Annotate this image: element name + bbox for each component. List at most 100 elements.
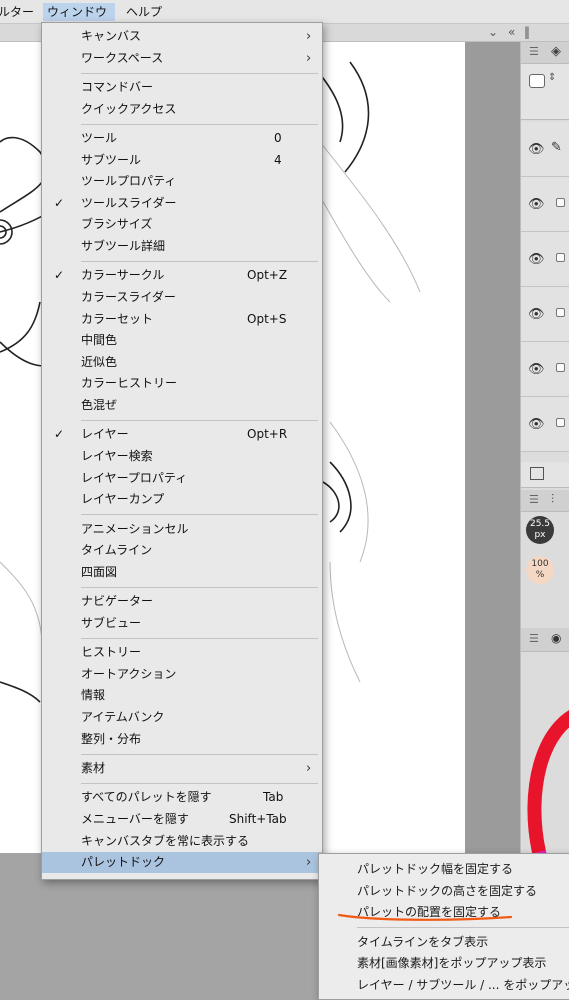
layers-icon[interactable]: ◈ xyxy=(551,44,561,59)
menu-item[interactable]: 中間色 xyxy=(42,330,322,351)
color-circle-tab-icon[interactable]: ◉ xyxy=(551,631,561,645)
menu-item[interactable]: オートアクション xyxy=(42,664,322,685)
stepper-icon[interactable]: ⇕ xyxy=(548,72,556,83)
menu-item-shortcut: 0 xyxy=(274,131,282,145)
brush-size-badge[interactable]: 25.5 px xyxy=(526,516,554,544)
layer-row[interactable]: 👁 xyxy=(521,177,569,232)
menu-item[interactable]: カラーヒストリー xyxy=(42,373,322,394)
eye-icon[interactable]: 👁 xyxy=(528,417,545,432)
blend-mode-icon[interactable] xyxy=(529,74,545,88)
menu-item[interactable]: サブビュー xyxy=(42,613,322,634)
menu-item[interactable]: クイックアクセス xyxy=(42,99,322,120)
eye-icon[interactable]: 👁 xyxy=(528,252,545,267)
menu-item[interactable]: 素材 › xyxy=(42,758,322,779)
tool-slider-tabs: ☰ ⫶ xyxy=(521,490,569,512)
layer-row[interactable]: 👁 xyxy=(521,342,569,397)
menu-item[interactable]: 近似色 xyxy=(42,352,322,373)
menu-item[interactable]: ワークスペース › xyxy=(42,48,322,69)
menu-item-label: クイックアクセス xyxy=(81,101,177,116)
layer-row[interactable]: 👁 xyxy=(521,397,569,452)
menu-separator xyxy=(81,783,318,784)
menu-item[interactable]: レイヤーカンプ xyxy=(42,489,322,510)
eye-icon[interactable]: 👁 xyxy=(528,307,545,322)
menu-item[interactable]: コマンドバー xyxy=(42,77,322,98)
chevron-down-icon[interactable]: ⌄ xyxy=(488,25,498,39)
menu-item[interactable]: 四面図 xyxy=(42,562,322,583)
menu-item[interactable]: アニメーションセル xyxy=(42,519,322,540)
eye-icon[interactable]: 👁 xyxy=(528,362,545,377)
chevron-right-icon: › xyxy=(306,761,312,776)
menu-item[interactable]: ツールプロパティ xyxy=(42,171,322,192)
layer-row[interactable]: 👁 ✎ xyxy=(521,122,569,177)
menu-item[interactable]: パレットドック › xyxy=(42,852,322,874)
menu-item[interactable]: タイムライン xyxy=(42,540,322,561)
menu-bar: ルター ウィンドウ ヘルプ xyxy=(0,0,569,24)
menu-item[interactable]: カラーセット Opt+S xyxy=(42,309,322,330)
pencil-icon: ✎ xyxy=(551,140,562,155)
menu-item[interactable]: サブツール 4 xyxy=(42,150,322,171)
panel-divider-icon: ‖ xyxy=(524,25,530,39)
menu-item-label: 近似色 xyxy=(81,354,118,369)
layer-row[interactable]: 👁 xyxy=(521,287,569,342)
checkmark-icon: ✓ xyxy=(54,268,65,283)
layer-checkbox[interactable] xyxy=(556,418,565,427)
menu-item[interactable]: ブラシサイズ xyxy=(42,214,322,235)
menu-item[interactable]: アイテムバンク xyxy=(42,707,322,728)
palette-menu-icon[interactable]: ☰ xyxy=(529,632,539,645)
palette-menu-icon[interactable]: ☰ xyxy=(529,493,539,506)
opacity-badge[interactable]: 100 % xyxy=(526,556,554,584)
menu-window[interactable]: ウィンドウ xyxy=(43,3,115,21)
menu-item-label: レイヤーカンプ xyxy=(81,492,165,507)
eye-icon[interactable]: 👁 xyxy=(528,197,545,212)
menu-item-label: ヒストリー xyxy=(81,645,142,660)
submenu-item-label: パレットドック幅を固定する xyxy=(357,862,514,876)
menu-item-label: 素材 xyxy=(81,761,106,775)
layer-checkbox[interactable] xyxy=(556,253,565,262)
menu-item[interactable]: メニューバーを隠す Shift+Tab xyxy=(42,809,322,830)
layer-palette-tabs: ☰ ◈ xyxy=(521,42,569,64)
layer-checkbox[interactable] xyxy=(556,198,565,207)
palette-menu-icon[interactable]: ☰ xyxy=(529,45,539,58)
menu-separator xyxy=(81,261,318,262)
submenu-item-label: 素材[画像素材]をポップアップ表示 xyxy=(357,956,547,971)
menu-item[interactable]: レイヤー検索 xyxy=(42,446,322,467)
submenu-item[interactable]: 素材[画像素材]をポップアップ表示 xyxy=(319,953,569,974)
menu-item[interactable]: ツール 0 xyxy=(42,128,322,149)
submenu-item-label: パレットドックの高さを固定する xyxy=(357,883,538,898)
menu-item[interactable]: カラースライダー xyxy=(42,287,322,308)
submenu-item[interactable]: タイムラインをタブ表示 xyxy=(319,932,569,953)
menu-filter[interactable]: ルター xyxy=(0,3,38,21)
menu-item[interactable]: ✓ レイヤー Opt+R xyxy=(42,424,322,445)
sliders-icon[interactable]: ⫶ xyxy=(551,492,554,507)
submenu-item[interactable]: レイヤー / サブツール / ... をポップアップ xyxy=(319,975,569,996)
submenu-item[interactable]: パレットの配置を固定する xyxy=(319,902,569,923)
layer-row[interactable]: 👁 xyxy=(521,232,569,287)
menu-item-label: すべてのパレットを隠す xyxy=(81,790,212,805)
menu-item[interactable]: サブツール詳細 xyxy=(42,236,322,257)
submenu-item[interactable]: パレットドック幅を固定する xyxy=(319,859,569,880)
layer-checkbox[interactable] xyxy=(556,363,565,372)
menu-item[interactable]: キャンバス › xyxy=(42,26,322,47)
layer-checkbox[interactable] xyxy=(556,308,565,317)
menu-item-label: パレットドック xyxy=(81,855,166,870)
menu-item[interactable]: すべてのパレットを隠す Tab xyxy=(42,787,322,808)
eye-icon[interactable]: 👁 xyxy=(528,142,545,157)
menu-item-shortcut: 4 xyxy=(274,152,282,167)
menu-item[interactable]: ✓ ツールスライダー xyxy=(42,193,322,214)
layer-panel-icon[interactable] xyxy=(530,467,544,480)
menu-item[interactable]: キャンバスタブを常に表示する xyxy=(42,831,322,852)
collapse-double-chevron-icon[interactable]: « xyxy=(508,25,515,39)
menu-item[interactable]: 整列・分布 xyxy=(42,729,322,750)
menu-item[interactable]: ヒストリー xyxy=(42,642,322,663)
menu-item-shortcut: Opt+R xyxy=(247,427,288,442)
submenu-item[interactable]: パレットドックの高さを固定する xyxy=(319,881,569,902)
menu-item-label: レイヤープロパティ xyxy=(81,470,188,485)
menu-item[interactable]: 色混ぜ xyxy=(42,395,322,416)
menu-help[interactable]: ヘルプ xyxy=(122,3,166,21)
menu-separator xyxy=(81,72,318,74)
menu-item[interactable]: ナビゲーター xyxy=(42,591,322,612)
menu-item[interactable]: レイヤープロパティ xyxy=(42,468,322,489)
menu-item[interactable]: 情報 xyxy=(42,685,322,706)
menu-item[interactable]: ✓ カラーサークル Opt+Z xyxy=(42,265,322,286)
menu-item-label: 色混ぜ xyxy=(81,398,118,412)
